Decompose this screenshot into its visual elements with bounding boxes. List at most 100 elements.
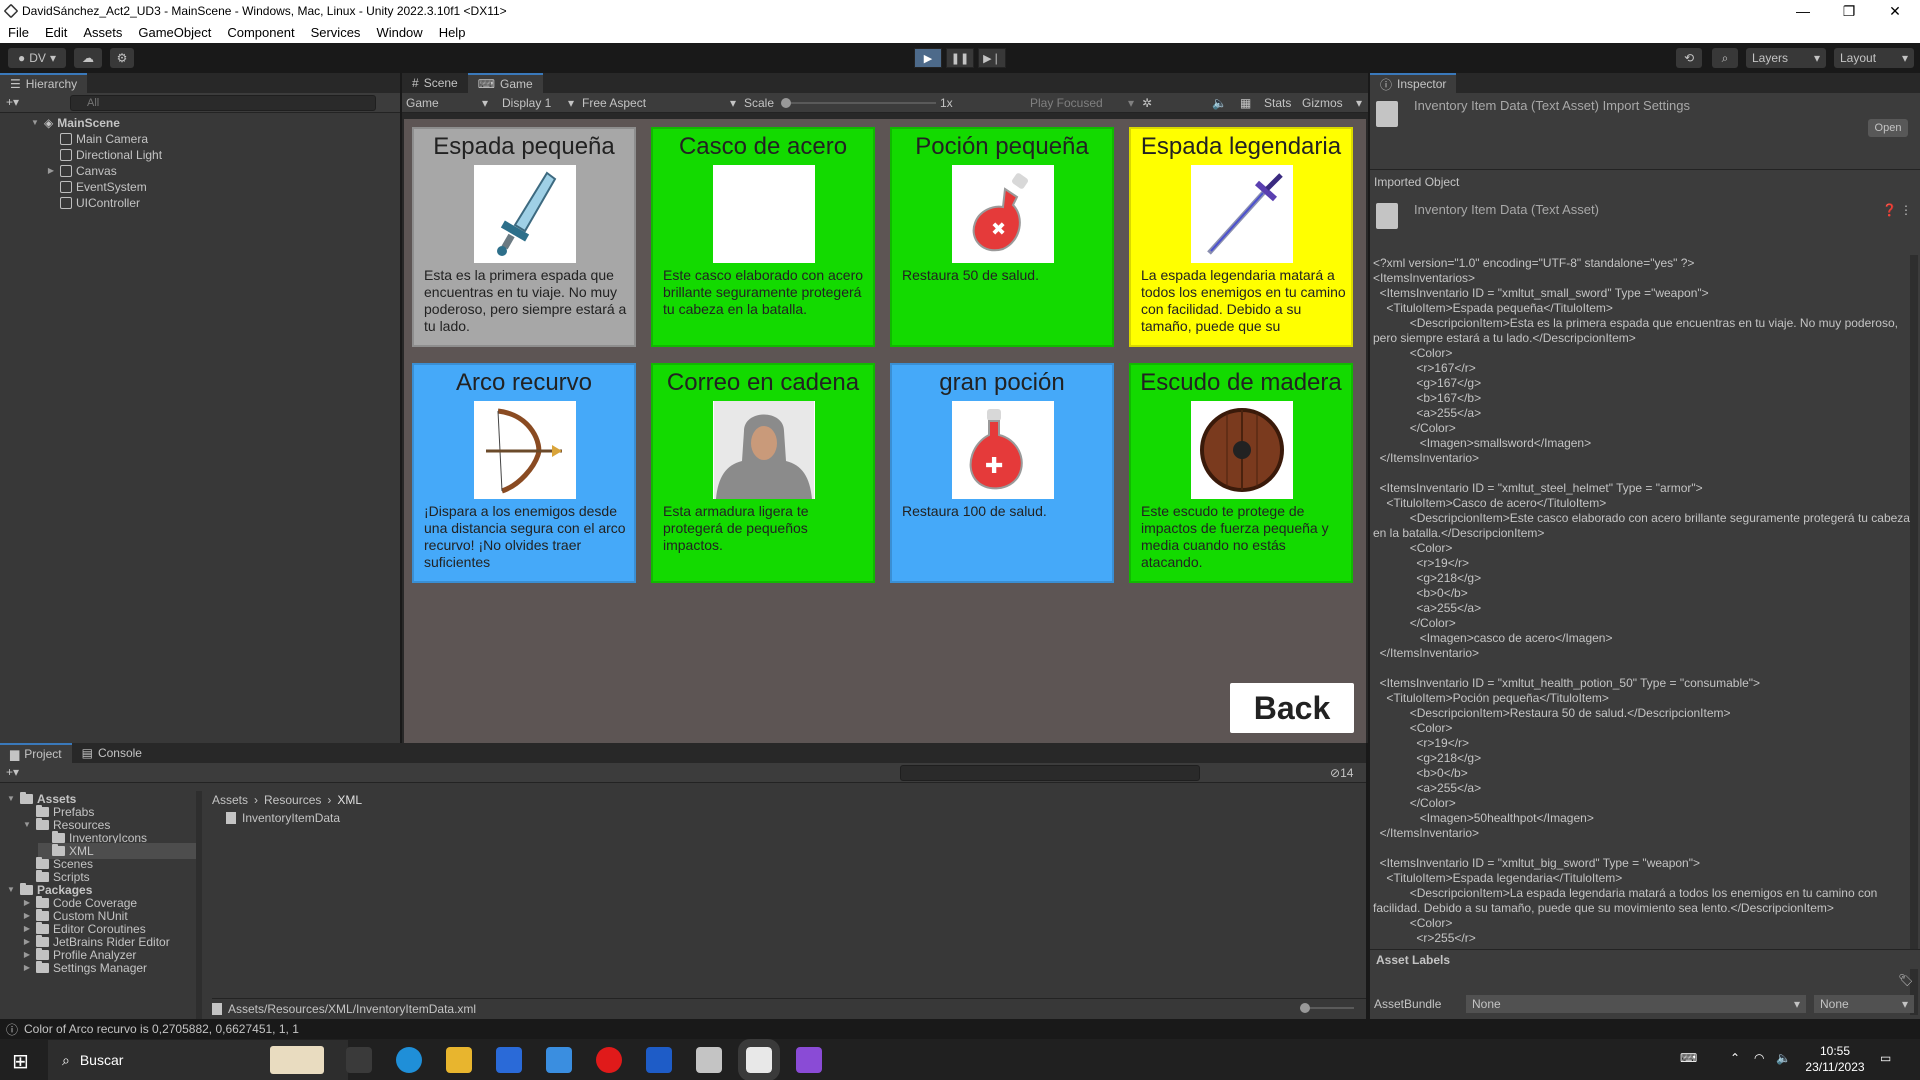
slider-thumb[interactable] (781, 98, 791, 108)
kebab-menu-icon[interactable]: ⋮ (1900, 203, 1912, 217)
cloud-icon[interactable]: ☁ (74, 48, 102, 68)
inspector-header-title: Inventory Item Data (Text Asset) Import … (1414, 98, 1690, 113)
layers-dropdown[interactable]: Layers ▾ (1746, 48, 1826, 68)
hierarchy-item-uicontroller[interactable]: UIController (60, 195, 140, 211)
hierarchy-item-directional-light[interactable]: Directional Light (60, 147, 162, 163)
hierarchy-search-input[interactable] (70, 95, 376, 111)
close-button[interactable]: ✕ (1872, 0, 1918, 22)
item-card-legendary-sword[interactable]: Espada legendaria La espada legendaria m… (1129, 127, 1353, 347)
add-icon[interactable]: +▾ (6, 765, 19, 779)
pause-button[interactable]: ❚❚ (946, 48, 974, 68)
item-card-recurve-bow[interactable]: Arco recurvo ¡Dispara a los enemigos des… (412, 363, 636, 583)
windows-start-icon[interactable]: ⊞ (12, 1049, 29, 1074)
restore-button[interactable]: ❐ (1826, 0, 1872, 22)
keyboard-icon[interactable]: ⌨ (1680, 1051, 1697, 1065)
help-icon[interactable]: ❓ (1882, 203, 1897, 217)
word-icon[interactable] (646, 1047, 672, 1073)
menu-services[interactable]: Services (303, 25, 369, 40)
expand-arrow-icon[interactable]: ▼ (22, 817, 32, 833)
taskbar-search[interactable]: ⌕ Buscar (48, 1040, 348, 1080)
aspect-dropdown[interactable]: Free Aspect ▾ (582, 96, 736, 110)
store-icon[interactable] (496, 1047, 522, 1073)
history-icon[interactable]: ⟲ (1676, 48, 1702, 68)
mail-icon[interactable] (546, 1047, 572, 1073)
menu-edit[interactable]: Edit (37, 25, 75, 40)
menu-file[interactable]: File (0, 25, 37, 40)
breadcrumb-assets[interactable]: Assets (212, 793, 248, 807)
wifi-icon[interactable]: ◠ (1754, 1051, 1764, 1065)
tab-console[interactable]: ▤ Console (72, 743, 152, 763)
project-tree-item[interactable]: ▶ Settings Manager (22, 960, 147, 976)
tag-icon[interactable]: 🏷 (1898, 973, 1913, 987)
menu-component[interactable]: Component (219, 25, 302, 40)
volume-icon[interactable]: 🔈 (1776, 1051, 1791, 1065)
game-mode-dropdown[interactable]: Game ▾ (406, 96, 492, 110)
menu-gameobject[interactable]: GameObject (130, 25, 219, 40)
search-icon[interactable]: ⌕ (1712, 48, 1738, 68)
scale-slider[interactable] (781, 98, 936, 108)
edge-icon[interactable] (396, 1047, 422, 1073)
layout-dropdown[interactable]: Layout ▾ (1834, 48, 1914, 68)
breadcrumb-xml[interactable]: XML (337, 793, 362, 807)
open-button[interactable]: Open (1868, 119, 1908, 137)
account-dropdown[interactable]: ● DV ▾ (8, 48, 66, 68)
file-explorer-icon[interactable] (446, 1047, 472, 1073)
clock[interactable]: 10:55 23/11/2023 (1800, 1043, 1870, 1075)
asset-bundle-variant-dropdown[interactable]: None ▾ (1814, 995, 1914, 1013)
unity-editor-icon[interactable] (738, 1039, 780, 1080)
tab-inspector[interactable]: ⓘ Inspector (1370, 73, 1457, 93)
expand-arrow-icon[interactable]: ▶ (22, 960, 32, 976)
icon-size-slider[interactable] (1300, 1003, 1354, 1013)
slider-thumb[interactable] (1300, 1003, 1310, 1013)
item-card-steel-helmet[interactable]: Casco de acero Este casco elaborado con … (651, 127, 875, 347)
item-card-big-potion[interactable]: gran poción ✚ Restaura 100 de salud. (890, 363, 1114, 583)
collab-settings-icon[interactable]: ⚙ (110, 48, 134, 68)
add-icon[interactable]: +▾ (6, 95, 19, 109)
item-card-chainmail[interactable]: Correo en cadena Esta armadura ligera te… (651, 363, 875, 583)
expand-arrow-icon[interactable]: ▼ (6, 791, 16, 807)
task-view-icon[interactable] (346, 1047, 372, 1073)
menu-help[interactable]: Help (431, 25, 474, 40)
tree-scrollbar[interactable] (196, 791, 202, 1021)
display-dropdown[interactable]: Display 1 ▾ (502, 96, 574, 110)
project-search-input[interactable] (900, 765, 1200, 781)
tab-hierarchy[interactable]: ☰ Hierarchy (0, 73, 88, 93)
expand-arrow-icon[interactable]: ▼ (6, 882, 16, 898)
status-message[interactable]: Color of Arco recurvo is 0,2705882, 0,66… (24, 1022, 299, 1036)
stats-button[interactable]: Stats (1264, 96, 1291, 110)
menu-window[interactable]: Window (368, 25, 430, 40)
play-button[interactable]: ▶ (914, 48, 942, 68)
hierarchy-item-canvas[interactable]: ▶ Canvas (46, 163, 117, 179)
play-focused-dropdown[interactable]: Play Focused ▾ (1030, 96, 1134, 110)
tab-scene[interactable]: # Scene (402, 73, 468, 93)
tab-project[interactable]: ▆ Project (0, 743, 72, 763)
minimize-button[interactable]: — (1780, 0, 1826, 22)
gizmos-dropdown[interactable]: Gizmos ▾ (1302, 96, 1362, 110)
asset-bundle-dropdown[interactable]: None ▾ (1466, 995, 1806, 1013)
notifications-icon[interactable]: ▭ (1880, 1051, 1891, 1065)
audio-icon[interactable]: 🔈 (1212, 96, 1227, 110)
inspector-scrollbar[interactable] (1910, 255, 1918, 1015)
tab-game[interactable]: ⌨ Game (467, 73, 543, 93)
visual-studio-icon[interactable] (796, 1047, 822, 1073)
opera-icon[interactable] (596, 1047, 622, 1073)
unity-hub-icon[interactable] (696, 1047, 722, 1073)
expand-arrow-icon[interactable]: ▼ (30, 115, 40, 131)
breadcrumb-resources[interactable]: Resources (264, 793, 321, 807)
menu-assets[interactable]: Assets (75, 25, 130, 40)
back-button[interactable]: Back (1230, 683, 1354, 733)
grid-icon[interactable]: ▦ (1240, 96, 1251, 110)
item-card-small-sword[interactable]: Espada pequeña Esta es la primera espada… (412, 127, 636, 347)
item-card-small-potion[interactable]: Poción pequeña ✖ Restaura 50 de salud. (890, 127, 1114, 347)
chevron-up-icon[interactable]: ⌃ (1730, 1051, 1740, 1065)
step-button[interactable]: ▶❘ (978, 48, 1006, 68)
game-viewport[interactable]: Espada pequeña Esta es la primera espada… (404, 119, 1366, 745)
file-item[interactable]: InventoryItemData (226, 811, 340, 825)
hidden-packages-icon[interactable]: ⊘14 (1330, 766, 1353, 780)
item-card-wooden-shield[interactable]: Escudo de madera Este escudo te protege … (1129, 363, 1353, 583)
hierarchy-item-eventsystem[interactable]: EventSystem (60, 179, 147, 195)
bug-icon[interactable]: ✲ (1142, 96, 1152, 110)
scene-root[interactable]: ▼ ◈ MainScene (30, 115, 120, 131)
expand-arrow-icon[interactable]: ▶ (46, 163, 56, 179)
hierarchy-item-main-camera[interactable]: Main Camera (60, 131, 148, 147)
